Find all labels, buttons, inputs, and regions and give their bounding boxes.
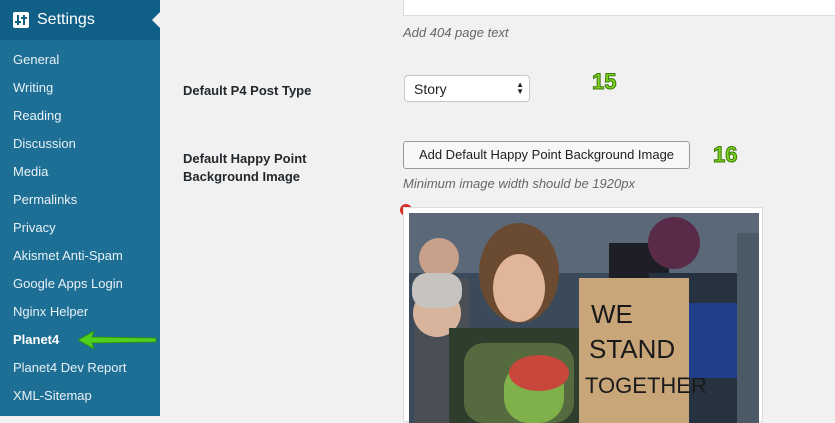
annotation-badge-15: 15 <box>591 69 617 95</box>
sidebar-item-planet4-dev-report[interactable]: Planet4 Dev Report <box>0 354 160 382</box>
post-type-select[interactable]: Story ▲ ▼ <box>404 75 530 102</box>
sidebar-item-permalinks[interactable]: Permalinks <box>0 186 160 214</box>
sign-text-we: WE <box>591 299 633 329</box>
sidebar-item-discussion[interactable]: Discussion <box>0 130 160 158</box>
post-type-selected-value: Story <box>414 81 447 97</box>
sidebar-item-nginx-helper[interactable]: Nginx Helper <box>0 298 160 326</box>
settings-menu-title: Settings <box>37 11 95 28</box>
add-happy-point-image-button[interactable]: Add Default Happy Point Background Image <box>403 141 690 169</box>
sidebar-item-general[interactable]: General <box>0 46 160 74</box>
page-404-text-field[interactable] <box>403 0 835 16</box>
happy-point-label: Default Happy Point Background Image <box>183 151 307 184</box>
settings-menu-header[interactable]: Settings <box>0 0 160 40</box>
happy-point-description: Minimum image width should be 1920px <box>403 176 635 191</box>
green-arrow-annotation-icon <box>78 330 157 350</box>
current-menu-indicator <box>152 12 160 28</box>
settings-submenu: General Writing Reading Discussion Media… <box>0 46 160 410</box>
sign-text-together: TOGETHER <box>585 373 707 398</box>
happy-point-image-preview: WE STAND TOGETHER <box>403 207 763 423</box>
sidebar-item-xml-sitemap[interactable]: XML-Sitemap <box>0 382 160 410</box>
protest-photo: WE STAND TOGETHER <box>409 213 759 423</box>
sidebar-item-privacy[interactable]: Privacy <box>0 214 160 242</box>
annotation-badge-16: 16 <box>712 142 738 168</box>
sidebar-item-akismet[interactable]: Akismet Anti-Spam <box>0 242 160 270</box>
sidebar-item-google-apps-login[interactable]: Google Apps Login <box>0 270 160 298</box>
sidebar-item-writing[interactable]: Writing <box>0 74 160 102</box>
page-404-description: Add 404 page text <box>403 25 509 40</box>
select-arrows-icon: ▲ ▼ <box>516 80 524 96</box>
settings-content: Add 404 page text Default P4 Post Type S… <box>160 0 835 423</box>
sidebar-item-media[interactable]: Media <box>0 158 160 186</box>
sidebar-item-reading[interactable]: Reading <box>0 102 160 130</box>
admin-sidebar: Settings General Writing Reading Discuss… <box>0 0 160 416</box>
sign-text-stand: STAND <box>589 334 675 364</box>
settings-icon <box>13 12 29 28</box>
post-type-label: Default P4 Post Type <box>183 83 312 98</box>
